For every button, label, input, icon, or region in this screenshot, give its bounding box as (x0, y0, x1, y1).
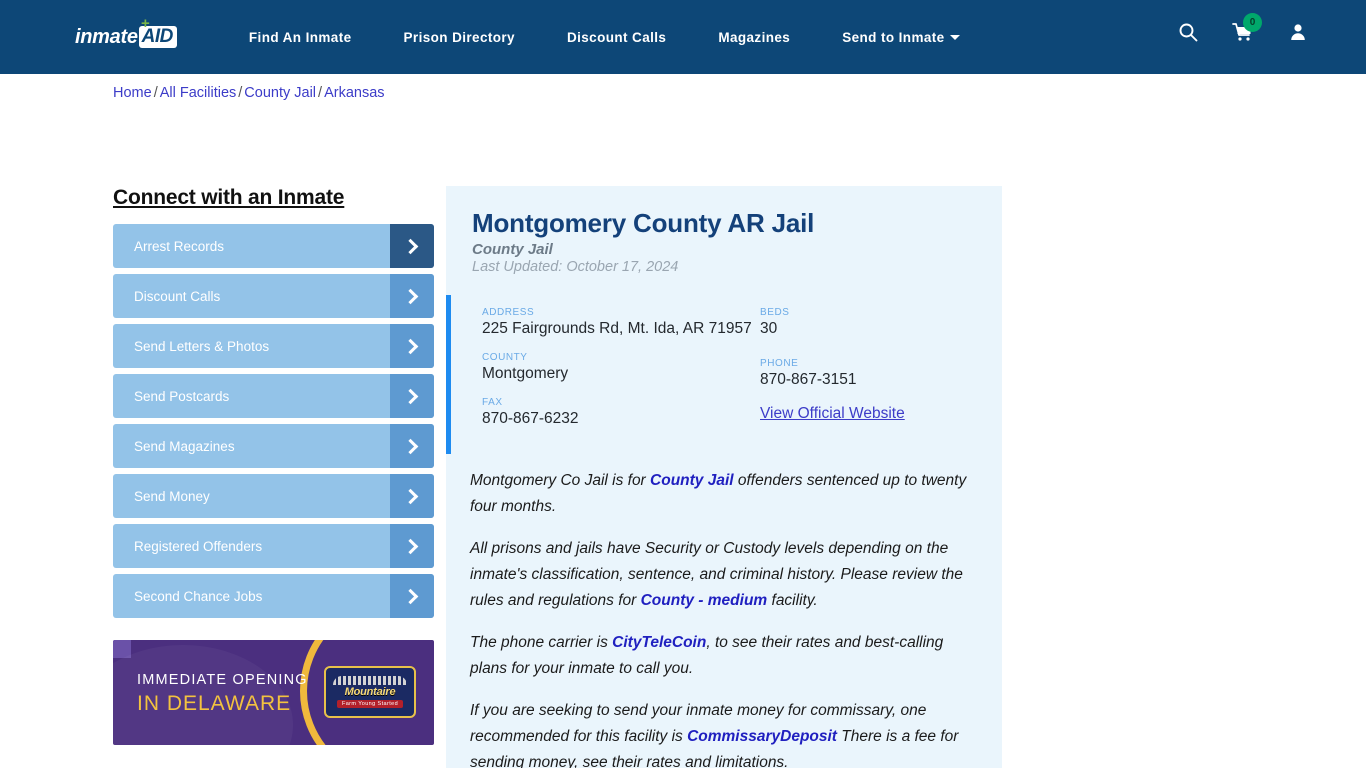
beds-field: BEDS 30 (760, 307, 1000, 338)
cart-icon[interactable]: 0 (1232, 13, 1262, 42)
ad-subheadline: IN DELAWARE (137, 692, 292, 715)
inline-link[interactable]: CityTeleCoin (612, 634, 706, 651)
chevron-down-icon (949, 34, 960, 40)
cart-count-badge: 0 (1243, 13, 1262, 32)
nav-label: Magazines (718, 29, 791, 45)
nav-label: Send to Inmate (842, 29, 945, 45)
ad-headline: IMMEDIATE OPENING (137, 672, 308, 688)
nav-item-magazines[interactable]: Magazines (718, 30, 790, 45)
facility-type: County Jail (472, 241, 553, 258)
search-icon[interactable] (1178, 22, 1198, 42)
sidebar-item-send-magazines[interactable]: Send Magazines (113, 424, 434, 468)
page-title: Montgomery County AR Jail (472, 208, 815, 238)
sidebar-item-second-chance-jobs[interactable]: Second Chance Jobs (113, 574, 434, 618)
chevron-right-icon (390, 474, 434, 518)
official-website-field: View Official Website (760, 405, 1000, 423)
breadcrumb-item-all-facilities[interactable]: All Facilities (160, 85, 237, 101)
description-paragraph: Montgomery Co Jail is for County Jail of… (470, 468, 978, 520)
chevron-right-icon (390, 574, 434, 618)
sidebar-heading: Connect with an Inmate (113, 186, 345, 209)
beds-label: BEDS (760, 307, 790, 318)
phone-label: PHONE (760, 358, 799, 369)
inline-text: facility. (767, 592, 818, 609)
nav-label: Prison Directory (403, 29, 515, 45)
breadcrumb-separator: / (153, 85, 158, 101)
nav-label: Find An Inmate (248, 29, 352, 45)
facility-info-column-left: ADDRESS 225 Fairgrounds Rd, Mt. Ida, AR … (482, 307, 760, 442)
description-paragraph: The phone carrier is CityTeleCoin, to se… (470, 630, 978, 682)
nav-label: Discount Calls (566, 29, 667, 45)
address-field: ADDRESS 225 Fairgrounds Rd, Mt. Ida, AR … (482, 307, 760, 338)
sidebar-item-label: Registered Offenders (134, 538, 263, 554)
description-paragraph: If you are seeking to send your inmate m… (470, 698, 978, 768)
inline-link[interactable]: CommissaryDeposit (687, 728, 837, 745)
facility-info-column-right: BEDS 30 PHONE 870-867-3151 View Official… (760, 307, 1000, 442)
sidebar-item-label: Send Magazines (134, 438, 235, 454)
facility-info-block: ADDRESS 225 Fairgrounds Rd, Mt. Ida, AR … (446, 295, 1002, 454)
sidebar-item-label: Send Postcards (134, 388, 230, 404)
site-header: inmate AID + Find An Inmate Prison Direc… (0, 0, 1366, 74)
breadcrumb: Home / All Facilities / County Jail / Arkansas (113, 85, 385, 101)
header-actions: 0 (1144, 13, 1308, 42)
sidebar-item-registered-offenders[interactable]: Registered Offenders (113, 524, 434, 568)
ad-logo-tagline: Farm Young Started (336, 700, 404, 708)
phone-field: PHONE 870-867-3151 (760, 358, 1000, 389)
nav-item-find-an-inmate[interactable]: Find An Inmate (249, 30, 352, 45)
sidebar-item-label: Second Chance Jobs (134, 588, 263, 604)
breadcrumb-item-home[interactable]: Home (113, 85, 152, 101)
beds-value: 30 (760, 320, 778, 337)
sidebar-item-send-letters-photos[interactable]: Send Letters & Photos (113, 324, 434, 368)
address-label: ADDRESS (482, 307, 535, 318)
sidebar-item-label: Send Letters & Photos (134, 338, 270, 354)
fax-field: FAX 870-867-6232 (482, 397, 760, 428)
nav-item-prison-directory[interactable]: Prison Directory (404, 30, 515, 45)
inline-link[interactable]: County Jail (650, 472, 734, 489)
chevron-right-icon (390, 374, 434, 418)
advertisement-banner[interactable]: IMMEDIATE OPENING IN DELAWARE Mountaire … (113, 640, 434, 745)
description-paragraph: All prisons and jails have Security or C… (470, 536, 978, 614)
breadcrumb-item-arkansas[interactable]: Arkansas (324, 85, 384, 101)
inline-text: Montgomery Co Jail is for (470, 472, 651, 489)
sidebar-item-send-money[interactable]: Send Money (113, 474, 434, 518)
breadcrumb-item-county-jail[interactable]: County Jail (244, 85, 316, 101)
fax-value: 870-867-6232 (482, 410, 579, 427)
nav-item-discount-calls[interactable]: Discount Calls (567, 30, 666, 45)
sidebar-item-label: Arrest Records (134, 238, 225, 254)
inline-link[interactable]: County - medium (641, 592, 768, 609)
last-updated-text: Last Updated: October 17, 2024 (472, 259, 679, 275)
chevron-right-icon (390, 274, 434, 318)
address-value: 225 Fairgrounds Rd, Mt. Ida, AR 71957 (482, 320, 752, 337)
facility-detail-card: Montgomery County AR Jail County Jail La… (446, 186, 1002, 768)
view-official-website-link[interactable]: View Official Website (760, 405, 905, 422)
nav-item-send-to-inmate[interactable]: Send to Inmate (842, 29, 960, 45)
county-label: COUNTY (482, 352, 528, 363)
logo-wordmark: inmate (75, 25, 138, 48)
county-field: COUNTY Montgomery (482, 352, 760, 383)
plus-icon: + (141, 15, 150, 32)
sidebar-item-send-postcards[interactable]: Send Postcards (113, 374, 434, 418)
sidebar-item-discount-calls[interactable]: Discount Calls (113, 274, 434, 318)
chevron-right-icon (390, 524, 434, 568)
mountaire-logo: Mountaire Farm Young Started (324, 666, 416, 718)
county-value: Montgomery (482, 365, 569, 382)
ad-logo-arc-decoration (333, 676, 407, 685)
phone-value: 870-867-3151 (760, 371, 857, 388)
main-nav: Find An Inmate Prison Directory Discount… (249, 30, 988, 45)
chevron-right-icon (390, 324, 434, 368)
sidebar-item-label: Send Money (134, 488, 210, 504)
chevron-right-icon (390, 424, 434, 468)
sidebar-item-arrest-records[interactable]: Arrest Records (113, 224, 434, 268)
breadcrumb-separator: / (318, 85, 323, 101)
fax-label: FAX (482, 397, 503, 408)
ad-logo-name: Mountaire (344, 686, 396, 698)
user-account-icon[interactable] (1288, 22, 1308, 42)
site-logo[interactable]: inmate AID + (75, 16, 177, 52)
chevron-right-icon (390, 224, 434, 268)
sidebar-item-label: Discount Calls (134, 288, 221, 304)
facility-description: Montgomery Co Jail is for County Jail of… (446, 454, 1002, 768)
sidebar: Connect with an Inmate Arrest Records Di… (113, 186, 434, 745)
inline-text: The phone carrier is (470, 634, 613, 651)
